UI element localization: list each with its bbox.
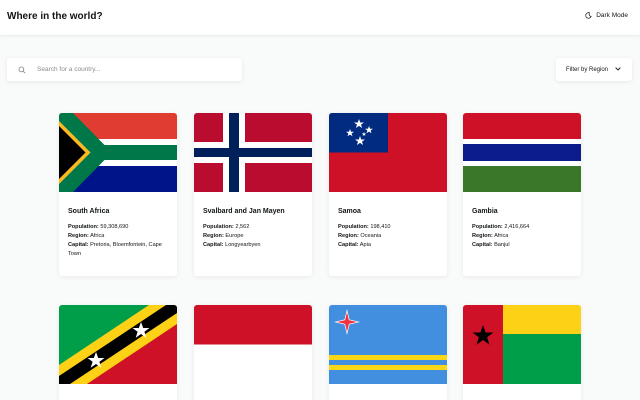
indonesia-flag-image (194, 305, 312, 384)
svalbard-flag-image (194, 113, 312, 192)
capital-stat: Capital: Longyearbyen (203, 242, 261, 248)
region-stat: Region: Africa (68, 233, 105, 239)
search-icon (18, 66, 26, 74)
capital-stat: Capital: Pretoria, Bloemfontein, Cape To… (68, 242, 162, 257)
population-stat: Population: 198,410 (338, 224, 391, 230)
region-stat: Region: Oceania (338, 233, 382, 239)
search-bar (7, 58, 242, 81)
samoa-flag-image (329, 113, 447, 192)
country-card-indonesia[interactable] (194, 305, 312, 400)
country-name: South Africa (68, 208, 110, 215)
south-africa-flag-image (59, 113, 177, 192)
region-filter-dropdown[interactable]: Filter by Region (556, 58, 632, 81)
country-card-gambia[interactable]: Gambia Population: 2,416,664 Region: Afr… (463, 113, 581, 276)
country-name: Svalbard and Jan Mayen (203, 208, 285, 215)
region-stat: Region: Europe (203, 233, 244, 239)
population-stat: Population: 2,562 (203, 224, 250, 230)
capital-stat: Capital: Apia (338, 242, 371, 248)
country-name: Samoa (338, 208, 361, 215)
country-card-aruba[interactable] (329, 305, 447, 400)
app-title: Where in the world? (7, 11, 103, 22)
country-card-svalbard-and-jan-mayen[interactable]: Svalbard and Jan Mayen Population: 2,562… (194, 113, 312, 276)
country-card-guinea-bissau[interactable] (463, 305, 581, 400)
population-stat: Population: 2,416,664 (472, 224, 530, 230)
saint-kitts-flag-image (59, 305, 177, 384)
aruba-flag-image (329, 305, 447, 384)
gambia-flag-image (463, 113, 581, 192)
chevron-down-icon (615, 66, 621, 73)
country-name: Gambia (472, 208, 498, 215)
capital-stat: Capital: Banjul (472, 242, 510, 248)
header: Where in the world? Dark Mode (0, 0, 640, 35)
dark-mode-toggle[interactable]: Dark Mode (585, 12, 628, 19)
region-stat: Region: Africa (472, 233, 509, 239)
filter-label: Filter by Region (566, 66, 609, 73)
country-card-saint-kitts-and-nevis[interactable] (59, 305, 177, 400)
guinea-bissau-flag-image (463, 305, 581, 384)
country-card-samoa[interactable]: Samoa Population: 198,410 Region: Oceani… (329, 113, 447, 276)
search-input[interactable] (37, 66, 217, 73)
dark-mode-label: Dark Mode (596, 12, 628, 19)
population-stat: Population: 59,308,690 (68, 224, 129, 230)
country-card-south-africa[interactable]: South Africa Population: 59,308,690 Regi… (59, 113, 177, 276)
moon-icon (585, 12, 592, 19)
